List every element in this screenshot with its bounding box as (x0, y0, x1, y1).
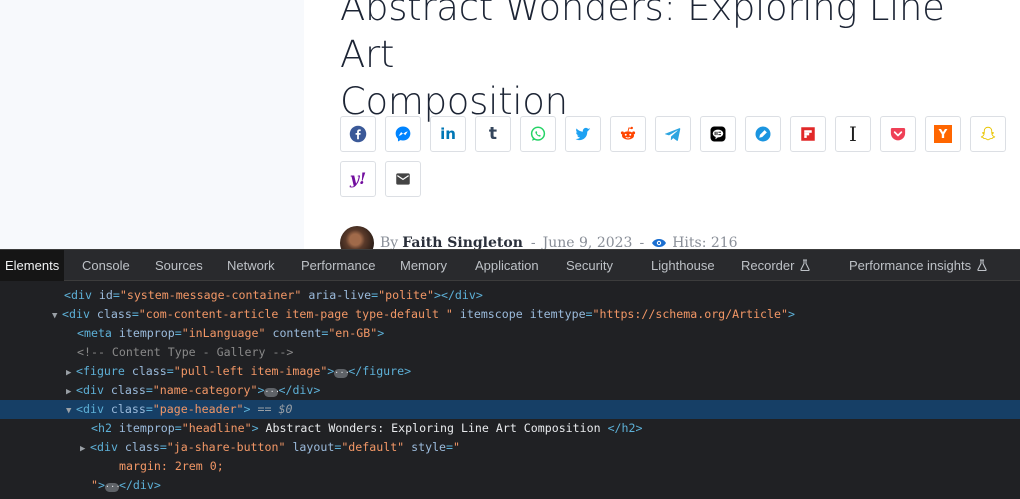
share-snapchat-button[interactable] (970, 116, 1006, 152)
tab-security[interactable]: Security (566, 250, 613, 281)
dom-node[interactable]: ▼ <div class="com-content-article item-pa… (0, 305, 1020, 324)
ellipsis-icon[interactable]: ··· (104, 483, 120, 492)
share-facebook-button[interactable] (340, 116, 376, 152)
meta-separator: - (530, 235, 536, 249)
article-headline: Abstract Wonders: Exploring Line Art Com… (340, 0, 1010, 125)
instapaper-icon: I (849, 122, 857, 146)
share-messenger-button[interactable] (385, 116, 421, 152)
devtools-panel: Elements Console Sources Network Perform… (0, 249, 1020, 499)
devtools-tab-bar: Elements Console Sources Network Perform… (0, 250, 1020, 281)
share-line-button[interactable] (700, 116, 736, 152)
headline-line-1: Abstract Wonders: Exploring Line Art (340, 0, 945, 76)
tab-sources[interactable]: Sources (155, 250, 203, 281)
dom-style-text[interactable]: margin: 2rem 0; (0, 457, 1020, 476)
line-icon (710, 126, 726, 142)
share-instapaper-button[interactable]: I (835, 116, 871, 152)
meta-by-label: By (380, 235, 399, 249)
ellipsis-icon[interactable]: ··· (264, 388, 280, 397)
hits-count: Hits: 216 (672, 235, 738, 249)
share-hackernews-button[interactable]: Y (925, 116, 961, 152)
share-yahoo-button[interactable]: y! (340, 161, 376, 197)
tab-application[interactable]: Application (475, 250, 539, 281)
flask-icon (800, 259, 811, 271)
dom-comment[interactable]: <!-- Content Type - Gallery --> (0, 343, 1020, 362)
dom-node[interactable]: ▶ <div class="name-category">···</div> (0, 381, 1020, 400)
facebook-icon (349, 125, 367, 143)
tab-elements[interactable]: Elements (0, 250, 65, 281)
flipboard-icon (801, 127, 815, 141)
reddit-icon (620, 126, 636, 140)
article-page: Abstract Wonders: Exploring Line Art Com… (304, 0, 1020, 249)
dom-node[interactable]: ▶ <figure class="pull-left item-image">··… (0, 362, 1020, 381)
pen-icon (755, 126, 771, 142)
article-meta: By Faith Singleton - June 9, 2023 - Hits… (340, 226, 738, 249)
left-sidebar-area (0, 0, 304, 249)
email-icon (396, 173, 410, 185)
tab-performance-insights[interactable]: Performance insights (849, 250, 988, 281)
twitter-icon (575, 127, 591, 141)
linkedin-icon: in (440, 124, 456, 143)
dom-node[interactable]: ▶ <div class="ja-share-button" layout="de… (0, 438, 1020, 457)
tab-lighthouse[interactable]: Lighthouse (651, 250, 715, 281)
messenger-icon (395, 126, 411, 142)
share-tumblr-button[interactable]: t (475, 116, 511, 152)
flask-icon (977, 259, 987, 271)
hackernews-icon: Y (934, 125, 952, 143)
yahoo-icon: y! (349, 169, 367, 188)
dom-node[interactable]: <meta itemprop="inLanguage" content="en-… (0, 324, 1020, 343)
publish-date: June 9, 2023 (542, 235, 633, 249)
share-reddit-button[interactable] (610, 116, 646, 152)
share-whatsapp-button[interactable] (520, 116, 556, 152)
share-linkedin-button[interactable]: in (430, 116, 466, 152)
snapchat-icon (980, 126, 996, 141)
tumblr-icon: t (488, 123, 498, 144)
share-pocket-button[interactable] (880, 116, 916, 152)
ellipsis-icon[interactable]: ··· (334, 369, 350, 378)
dom-tree: <div id="system-message-container" aria-… (0, 282, 1020, 499)
dom-node[interactable]: ">···</div> (0, 476, 1020, 495)
dom-node[interactable]: <h2 itemprop="headline"> Abstract Wonder… (0, 419, 1020, 438)
share-flipboard-button[interactable] (790, 116, 826, 152)
author-link[interactable]: Faith Singleton (402, 235, 523, 249)
share-telegram-button[interactable] (655, 116, 691, 152)
tab-recorder[interactable]: Recorder (741, 250, 811, 281)
dom-node-selected[interactable]: ▼ <div class="page-header"> == $0 (0, 400, 1020, 419)
tab-recorder-label: Recorder (741, 258, 795, 273)
pocket-icon (890, 128, 906, 141)
telegram-icon (665, 128, 681, 141)
tab-network[interactable]: Network (227, 250, 275, 281)
author-avatar (340, 226, 374, 249)
share-twitter-button[interactable] (565, 116, 601, 152)
tab-console[interactable]: Console (82, 250, 130, 281)
dom-node[interactable]: <div id="system-message-container" aria-… (0, 286, 1020, 305)
meta-separator: - (639, 235, 645, 249)
tab-performance[interactable]: Performance (301, 250, 375, 281)
tab-performance-insights-label: Performance insights (849, 258, 972, 273)
whatsapp-icon (530, 126, 546, 141)
tab-memory[interactable]: Memory (400, 250, 447, 281)
share-pen-button[interactable] (745, 116, 781, 152)
share-email-button[interactable] (385, 161, 421, 197)
eye-icon (652, 239, 667, 247)
